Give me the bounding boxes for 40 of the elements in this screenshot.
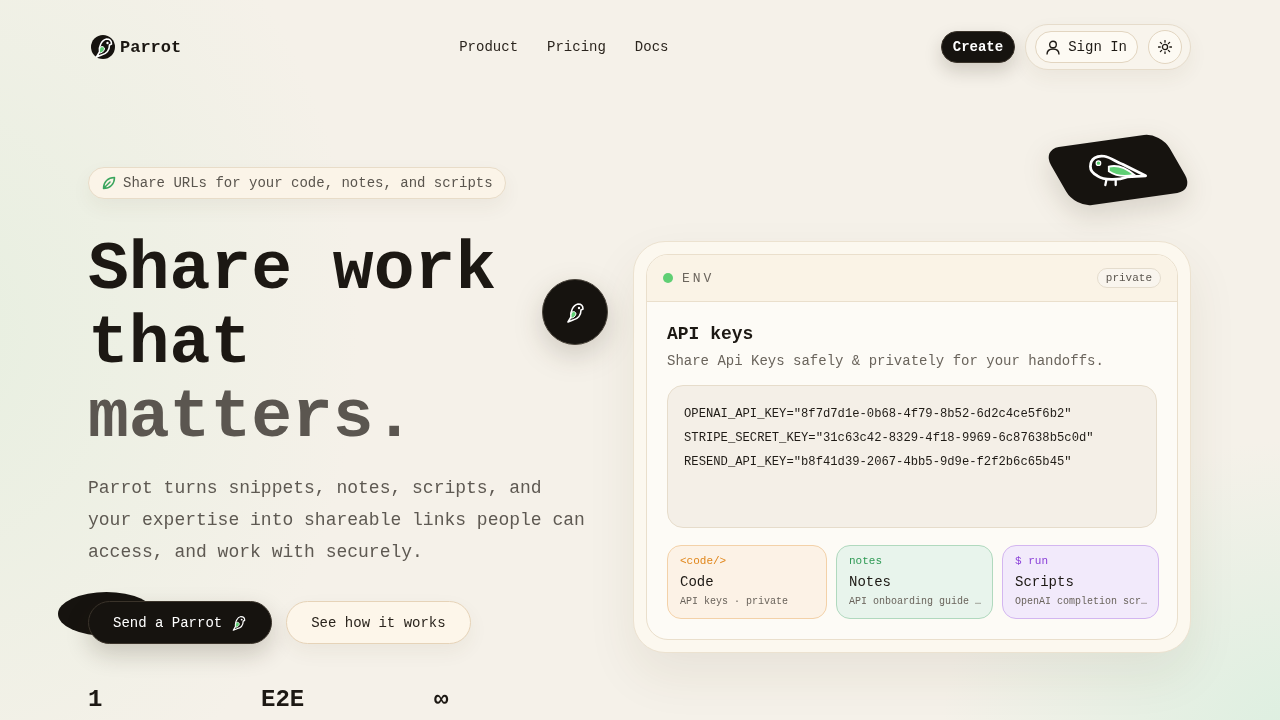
link-type-card[interactable]: $ run Scripts OpenAI completion scr… (1002, 545, 1159, 619)
nav-link[interactable]: Product (459, 37, 519, 57)
theme-toggle-button[interactable] (1148, 30, 1182, 64)
logo-icon (91, 35, 115, 59)
logo-link[interactable]: Parrot (91, 34, 182, 60)
send-button[interactable]: Send a Parrot (88, 601, 273, 644)
user-icon (1046, 39, 1061, 55)
env-label: ENV (682, 270, 715, 286)
how-it-works-button[interactable]: See how it works (286, 601, 471, 644)
code-line: STRIPE_SECRET_KEY="31c63c42-8329-4f18-9969-6c87638b5c0d" (684, 430, 1094, 447)
nav-link[interactable]: Pricing (547, 37, 606, 57)
tagline-text: Share URLs for your code, notes, and scripts (123, 175, 493, 191)
link-type-card[interactable]: notes Notes API onboarding guide … (836, 545, 993, 619)
card-tag: <code/> (680, 555, 727, 567)
card-title: Notes (849, 574, 891, 590)
headline: Share work that matters. (88, 233, 498, 455)
card-subtitle: API onboarding guide … (849, 596, 982, 607)
hero-description: Parrot turns snippets, notes, scripts, and your expertise into shareable links people can access, and work with securely. (88, 477, 586, 564)
bird-icon (231, 614, 248, 631)
card-subtitle: API keys · private (680, 596, 789, 607)
card-tag: notes (849, 555, 882, 567)
card-subtitle: OpenAI completion scr… (1015, 596, 1148, 607)
card-tag: $ run (1015, 555, 1048, 567)
stat-value: E2E (261, 686, 305, 713)
nav-link[interactable]: Docs (634, 37, 669, 57)
sign-in-button[interactable]: Sign In (1035, 31, 1138, 63)
link-type-card[interactable]: <code/> Code API keys · private (667, 545, 827, 619)
stat-value: ∞ (434, 686, 449, 713)
panel-title: API keys (667, 324, 755, 344)
stat-value: 1 (88, 686, 103, 713)
card-title: Code (680, 574, 714, 590)
sun-icon (1158, 40, 1172, 54)
bird-disc-icon (542, 279, 608, 345)
card-title: Scripts (1015, 574, 1074, 590)
privacy-tag: private (1096, 268, 1161, 288)
create-button[interactable]: Create (940, 31, 1016, 63)
code-line: OPENAI_API_KEY="8f7d7d1e-0b68-4f79-8b52-6d2c4ce5f6b2" (684, 406, 1072, 423)
code-line: RESEND_API_KEY="b8f41d39-2067-4bb5-9d9e-f2f2b6c65b45" (684, 454, 1072, 471)
panel-subtitle: Share Api Keys safely & privately for your handoffs. (667, 353, 1105, 369)
leaf-icon (102, 176, 116, 190)
